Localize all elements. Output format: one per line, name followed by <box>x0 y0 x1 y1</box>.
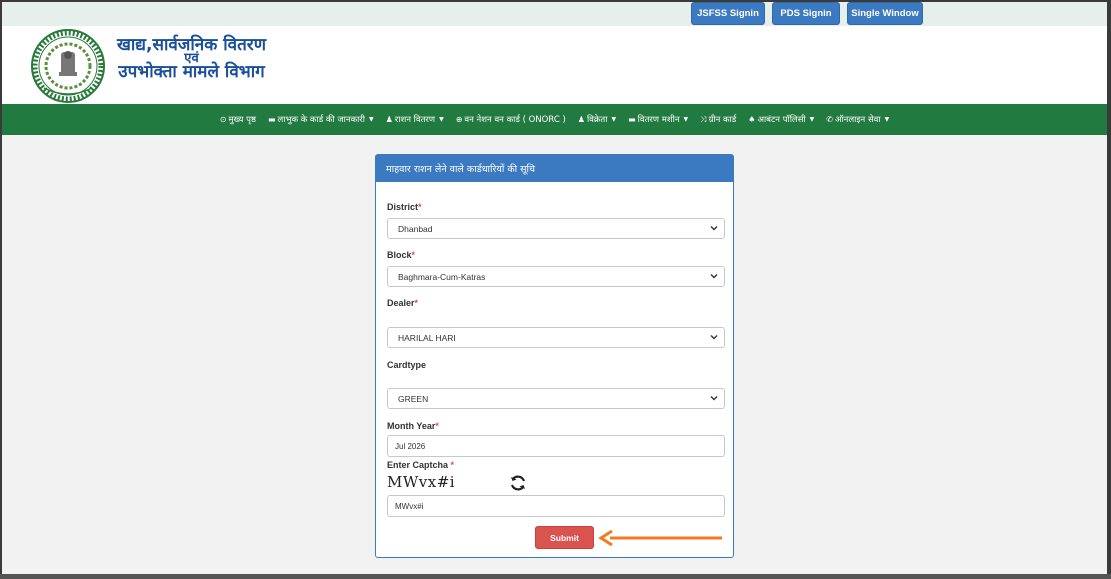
window-bottom-edge <box>0 574 1111 579</box>
nav-item-label: वन नेशन वन कार्ड ( ONORC ) <box>464 115 566 125</box>
nav-item-5[interactable]: ▬ वितरण मशीन ▼ <box>628 114 688 125</box>
block-select-value: Baghmara-Cum-Katras <box>398 271 486 282</box>
top-bar: JSFSS Signin PDS Signin Single Window <box>2 2 1107 26</box>
nav-item-1[interactable]: ▬ लाभुक के कार्ड की जानकारी ▼ <box>268 114 374 125</box>
dealer-select[interactable]: HARILAL HARI <box>387 327 725 348</box>
caret-down-icon: ▼ <box>611 116 617 123</box>
block-select[interactable]: Baghmara-Cum-Katras <box>387 266 725 287</box>
caret-down-icon: ▼ <box>439 116 444 123</box>
nav-item-label: ग्रीन कार्ड <box>708 115 737 125</box>
person-icon: ♟ <box>577 115 585 124</box>
site-header: खाद्य,सार्वजनिक वितरण एवं उपभोक्ता मामले… <box>2 26 1107 105</box>
nav-item-label: ऑनलाइन सेवा <box>834 115 881 125</box>
nav-item-0[interactable]: ⊙ मुख्य पृष्ठ <box>220 114 256 125</box>
cardtype-label: Cardtype <box>387 360 427 370</box>
nav-item-2[interactable]: ♟ राशन वितरण ▼ <box>386 114 444 125</box>
phone-icon: ✆ <box>826 115 833 124</box>
submit-button[interactable]: Submit <box>535 526 594 549</box>
department-title-line3: उपभोक्ता मामले विभाग <box>118 62 265 82</box>
district-select[interactable]: Dhanbad <box>387 218 725 239</box>
refresh-captcha-icon[interactable] <box>508 473 528 493</box>
nav-item-label: वितरण मशीन <box>637 115 680 125</box>
district-select-value: Dhanbad <box>398 223 433 234</box>
shuffle-icon: ⤨ <box>700 114 707 124</box>
leaf-icon: ♠ <box>748 115 756 124</box>
chevron-down-icon <box>710 396 718 401</box>
nav-item-label: लाभुक के कार्ड की जानकारी <box>277 115 365 125</box>
main-navbar: ⊙ मुख्य पृष्ठ ▬ लाभुक के कार्ड की जानकारी ▼ ♟… <box>2 104 1107 135</box>
ration-card-list-form: माहवार राशन लेने वाले कार्डधारियों की सू… <box>375 154 734 558</box>
chevron-down-icon <box>710 274 718 279</box>
district-label: District* <box>387 202 422 212</box>
jharkhand-emblem-logo[interactable] <box>30 28 106 104</box>
form-title: माहवार राशन लेने वाले कार्डधारियों की सू… <box>376 155 733 182</box>
cardtype-select[interactable]: GREEN <box>387 388 725 409</box>
globe-icon: ⊕ <box>455 115 463 124</box>
chevron-down-icon <box>710 226 718 231</box>
user-icon: ♟ <box>385 115 393 124</box>
machine-icon: ▬ <box>628 115 636 124</box>
pds-signin-button[interactable]: PDS Signin <box>772 2 840 25</box>
department-title: खाद्य,सार्वजनिक वितरण एवं उपभोक्ता मामले… <box>114 37 269 82</box>
card-icon: ▬ <box>267 115 276 124</box>
cardtype-select-value: GREEN <box>398 393 429 404</box>
caret-down-icon: ▼ <box>683 116 689 123</box>
nav-item-label: मुख्य पृष्ठ <box>228 115 256 125</box>
nav-item-3[interactable]: ⊕ वन नेशन वन कार्ड ( ONORC ) <box>456 114 566 125</box>
nav-item-label: विक्रेता <box>586 115 608 125</box>
captcha-label: Enter Captcha * <box>387 460 455 470</box>
captcha-input[interactable]: MWvx#i <box>387 495 725 517</box>
caret-down-icon: ▼ <box>368 116 374 123</box>
nav-item-4[interactable]: ♟ विक्रेता ▼ <box>578 114 616 125</box>
home-icon: ⊙ <box>219 115 227 124</box>
captcha-image: MWvx#i <box>387 473 456 491</box>
nav-item-label: आबंटन पॉलिसी <box>757 115 806 125</box>
page: JSFSS Signin PDS Signin Single Window खा… <box>2 2 1107 574</box>
nav-item-label: राशन वितरण <box>394 115 436 125</box>
pointer-arrow-icon <box>598 530 722 546</box>
caret-down-icon: ▼ <box>809 116 815 123</box>
caret-down-icon: ▼ <box>884 116 890 123</box>
single-window-button[interactable]: Single Window <box>847 2 923 25</box>
jsfss-signin-button[interactable]: JSFSS Signin <box>691 2 765 25</box>
month-year-label: Month Year* <box>387 421 439 431</box>
dealer-select-value: HARILAL HARI <box>398 332 456 343</box>
chevron-down-icon <box>710 335 718 340</box>
nav-item-7[interactable]: ♠ आबंटन पॉलिसी ▼ <box>748 114 814 125</box>
nav-item-6[interactable]: ⤨ ग्रीन कार्ड <box>700 114 737 126</box>
block-label: Block* <box>387 250 416 260</box>
dealer-label: Dealer* <box>387 298 419 308</box>
nav-item-8[interactable]: ✆ ऑनलाइन सेवा ▼ <box>826 114 889 125</box>
month-year-input[interactable]: Jul 2026 <box>387 435 725 457</box>
